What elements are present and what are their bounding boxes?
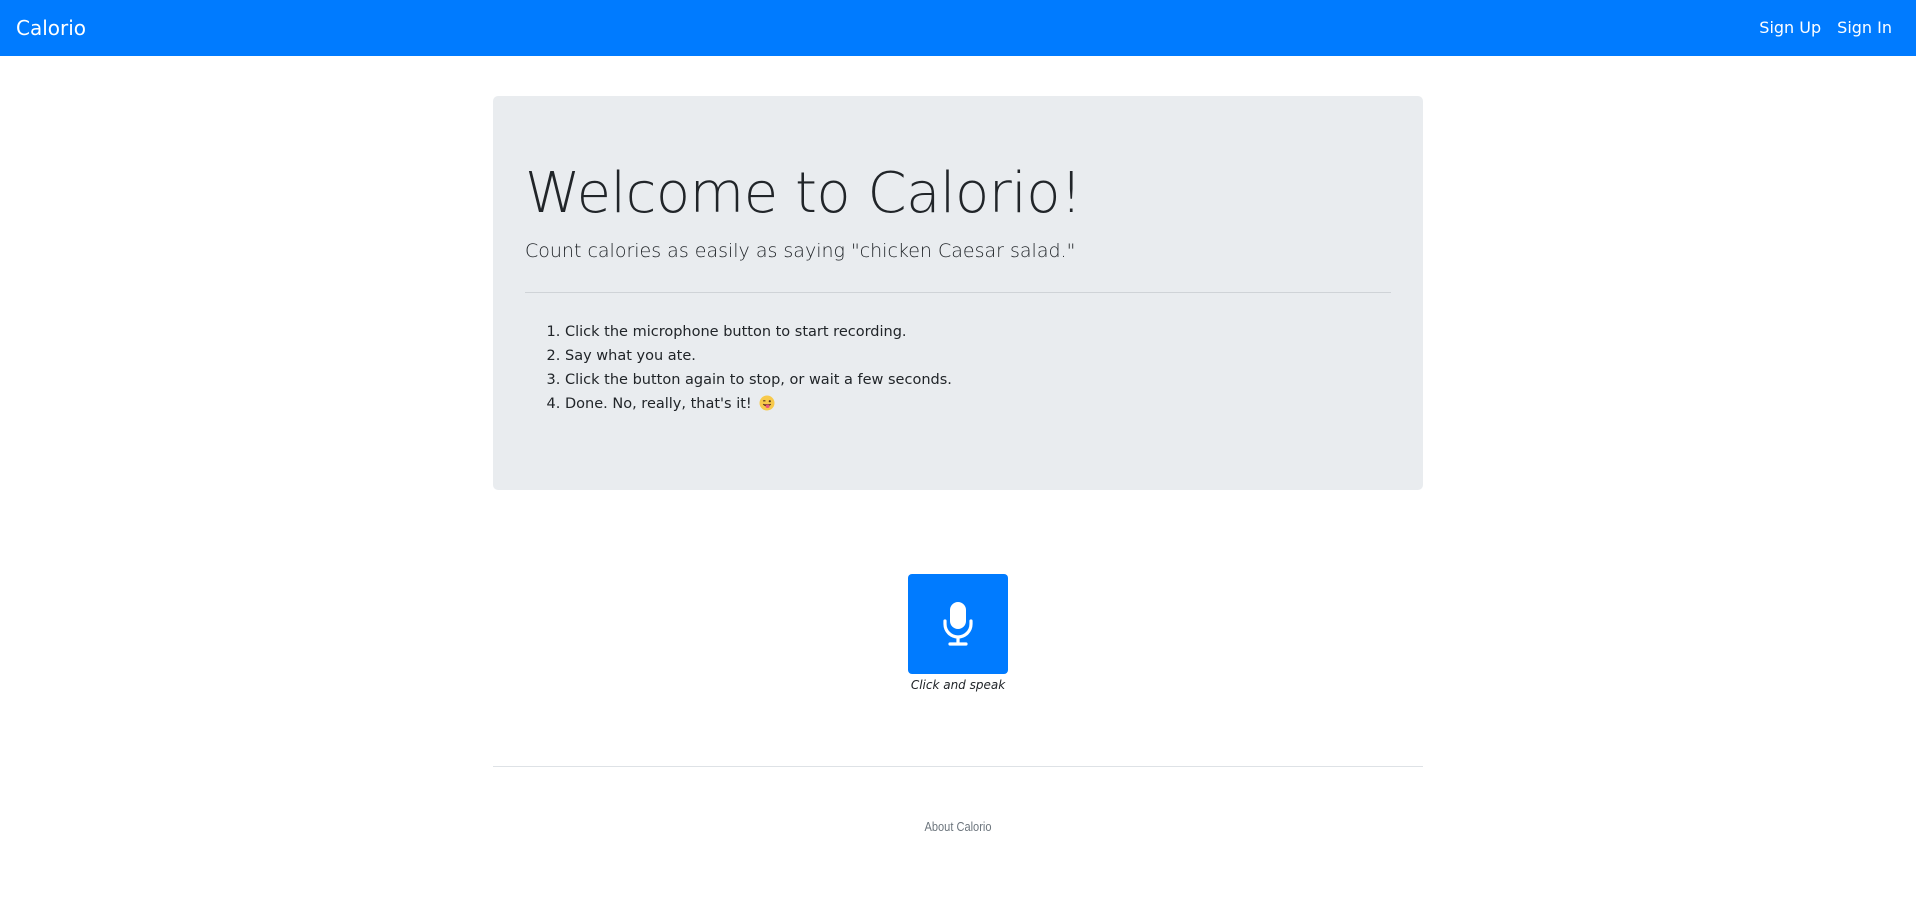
instruction-step: Click the button again to stop, or wait … [565,368,1391,392]
microphone-icon [943,602,973,646]
microphone-button[interactable] [908,574,1008,674]
about-link[interactable]: About Calorio [916,818,1001,836]
welcome-panel: Welcome to Calorio! Count calories as ea… [493,96,1423,490]
instructions-list: Click the microphone button to start rec… [525,320,1391,416]
brand-link[interactable]: Calorio [16,15,86,41]
mic-caption: Click and speak [910,678,1006,692]
instruction-step: Click the microphone button to start rec… [565,320,1391,344]
sign-in-link[interactable]: Sign In [1837,17,1892,39]
instruction-step: Say what you ate. [565,344,1391,368]
page-title: Welcome to Calorio! [525,161,1083,226]
panel-divider [525,292,1391,293]
top-navbar: Calorio Sign Up Sign In [0,0,1916,56]
footer-divider [493,766,1423,767]
tongue-out-wink-emoji-icon [759,395,775,411]
sign-up-link[interactable]: Sign Up [1759,17,1821,39]
microphone-control: Click and speak [908,574,1008,692]
nav-links: Sign Up Sign In [1759,17,1892,39]
instruction-step: Done. No, really, that's it! [565,392,1391,416]
page-subtitle: Count calories as easily as saying "chic… [525,240,1076,262]
